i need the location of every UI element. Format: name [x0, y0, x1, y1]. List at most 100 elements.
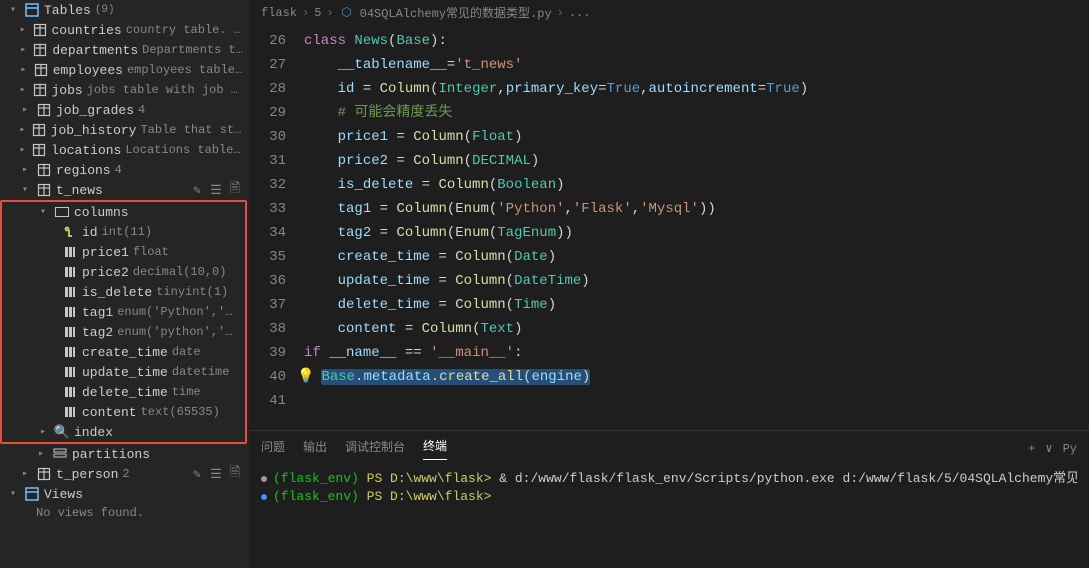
code-line-31[interactable]: price2 = Column(DECIMAL)	[304, 149, 1089, 173]
terminal-tab-2[interactable]: 调试控制台	[345, 438, 405, 460]
table-name: job_history	[51, 123, 137, 138]
sidebar-item-columns[interactable]: ▾ columns	[2, 202, 245, 222]
chevron-right-icon: ▸	[18, 104, 32, 116]
chevron-right-icon: ▸	[18, 468, 32, 480]
column-id[interactable]: id int(11)	[2, 222, 245, 242]
column-content[interactable]: content text(65535)	[2, 402, 245, 422]
column-price1[interactable]: price1 float	[2, 242, 245, 262]
table-desc: 4	[115, 163, 122, 177]
breadcrumb[interactable]: flask › 5 › ⬡ 04SQLAlchemy常见的数据类型.py › .…	[249, 0, 1089, 25]
search-icon: 🔍	[54, 424, 70, 440]
breadcrumb-item[interactable]: ...	[569, 6, 591, 20]
key-icon	[62, 224, 78, 240]
sidebar-item-t_news[interactable]: ▾ t_news ✎ ☰ 🗎	[0, 180, 249, 200]
list-icon[interactable]: ☰	[208, 182, 224, 198]
pencil-icon[interactable]: ✎	[189, 466, 205, 482]
sidebar-item-jobs[interactable]: ▸ jobs jobs table with job titles an...	[0, 80, 249, 100]
column-type: text(65535)	[141, 405, 220, 419]
code-body[interactable]: class News(Base): __tablename__='t_news'…	[304, 29, 1089, 430]
views-section-header[interactable]: ▾ Views	[0, 484, 249, 504]
list-icon[interactable]: ☰	[208, 466, 224, 482]
code-line-39[interactable]: if __name__ == '__main__':	[304, 341, 1089, 365]
column-update_time[interactable]: update_time datetime	[2, 362, 245, 382]
table-icon	[36, 162, 52, 178]
terminal-tab-0[interactable]: 问题	[261, 438, 285, 460]
sidebar-item-index[interactable]: ▸ 🔍 index	[2, 422, 245, 442]
table-desc: 2	[122, 467, 129, 481]
terminal-action-icon[interactable]: Py	[1063, 442, 1077, 456]
code-line-30[interactable]: price1 = Column(Float)	[304, 125, 1089, 149]
column-is_delete[interactable]: is_delete tinyint(1)	[2, 282, 245, 302]
column-icon	[62, 404, 78, 420]
sidebar-item-t_person[interactable]: ▸ t_person 2 ✎ ☰ 🗎	[0, 464, 249, 484]
breadcrumb-item[interactable]: flask	[261, 6, 297, 20]
code-line-26[interactable]: class News(Base):	[304, 29, 1089, 53]
table-desc: Departments tabl...	[142, 43, 243, 57]
terminal-tab-3[interactable]: 终端	[423, 437, 447, 460]
terminal-tab-1[interactable]: 输出	[303, 438, 327, 460]
column-type: decimal(10,0)	[133, 265, 227, 279]
column-name: tag2	[82, 325, 113, 340]
column-delete_time[interactable]: delete_time time	[2, 382, 245, 402]
tables-section-header[interactable]: ▾ Tables (9)	[0, 0, 249, 20]
pencil-icon[interactable]: ✎	[189, 182, 205, 198]
breadcrumb-item[interactable]: 5	[314, 6, 321, 20]
code-line-37[interactable]: delete_time = Column(Time)	[304, 293, 1089, 317]
chevron-right-icon: ›	[302, 6, 309, 20]
code-line-38[interactable]: content = Column(Text)	[304, 317, 1089, 341]
views-icon	[24, 486, 40, 502]
terminal-action-icon[interactable]: ∨	[1045, 441, 1052, 456]
column-icon	[62, 384, 78, 400]
code-line-34[interactable]: tag2 = Column(Enum(TagEnum))	[304, 221, 1089, 245]
column-type: enum('python','flask','m...	[117, 325, 239, 339]
status-dot-icon	[261, 476, 267, 482]
table-icon	[32, 22, 48, 38]
table-icon	[36, 102, 52, 118]
column-tag1[interactable]: tag1 enum('Python','Flask',...	[2, 302, 245, 322]
code-line-29[interactable]: # 可能会精度丢失	[304, 101, 1089, 125]
chevron-right-icon: ›	[557, 6, 564, 20]
file-icon[interactable]: 🗎	[227, 182, 243, 198]
file-icon[interactable]: 🗎	[227, 466, 243, 482]
terminal-action-icon[interactable]: +	[1028, 442, 1035, 456]
sidebar-item-regions[interactable]: ▸ regions 4	[0, 160, 249, 180]
chevron-right-icon: ▸	[18, 44, 28, 56]
table-icon	[32, 82, 48, 98]
code-line-32[interactable]: is_delete = Column(Boolean)	[304, 173, 1089, 197]
table-icon	[32, 42, 48, 58]
breadcrumb-item[interactable]: 04SQLAlchemy常见的数据类型.py	[360, 4, 552, 21]
sidebar-item-job_grades[interactable]: ▸ job_grades 4	[0, 100, 249, 120]
table-icon	[36, 182, 52, 198]
column-name: tag1	[82, 305, 113, 320]
tables-label: Tables	[44, 3, 91, 18]
table-desc: employees table. C...	[127, 63, 243, 77]
column-tag2[interactable]: tag2 enum('python','flask','m...	[2, 322, 245, 342]
no-views-text: No views found.	[0, 504, 249, 522]
columns-label: columns	[74, 205, 129, 220]
code-line-35[interactable]: create_time = Column(Date)	[304, 245, 1089, 269]
column-create_time[interactable]: create_time date	[2, 342, 245, 362]
sidebar-item-departments[interactable]: ▸ departments Departments tabl...	[0, 40, 249, 60]
table-name: t_person	[56, 467, 118, 482]
code-line-40[interactable]: 💡Base.metadata.create_all(engine)	[304, 365, 1089, 389]
python-file-icon: ⬡	[339, 5, 355, 21]
code-line-27[interactable]: __tablename__='t_news'	[304, 53, 1089, 77]
tables-count: (9)	[95, 4, 115, 16]
code-line-28[interactable]: id = Column(Integer,primary_key=True,aut…	[304, 77, 1089, 101]
code-line-41[interactable]	[304, 389, 1089, 413]
sidebar-item-partitions[interactable]: ▸ partitions	[0, 444, 249, 464]
sidebar-item-job_history[interactable]: ▸ job_history Table that stores jo...	[0, 120, 249, 140]
sidebar-item-locations[interactable]: ▸ locations Locations table that c...	[0, 140, 249, 160]
code-line-33[interactable]: tag1 = Column(Enum('Python','Flask','Mys…	[304, 197, 1089, 221]
sidebar-item-employees[interactable]: ▸ employees employees table. C...	[0, 60, 249, 80]
terminal-line: (flask_env) PS D:\www\flask>	[261, 488, 1077, 506]
column-type: date	[172, 345, 201, 359]
column-price2[interactable]: price2 decimal(10,0)	[2, 262, 245, 282]
code-editor[interactable]: 26272829303132333435363738394041 class N…	[249, 25, 1089, 430]
code-line-36[interactable]: update_time = Column(DateTime)	[304, 269, 1089, 293]
terminal-body[interactable]: (flask_env) PS D:\www\flask> & d:/www/fl…	[249, 460, 1089, 568]
index-label: index	[74, 425, 113, 440]
sidebar-item-countries[interactable]: ▸ countries country table. Contai...	[0, 20, 249, 40]
chevron-right-icon: ›	[326, 6, 333, 20]
chevron-right-icon: ▸	[18, 64, 29, 76]
